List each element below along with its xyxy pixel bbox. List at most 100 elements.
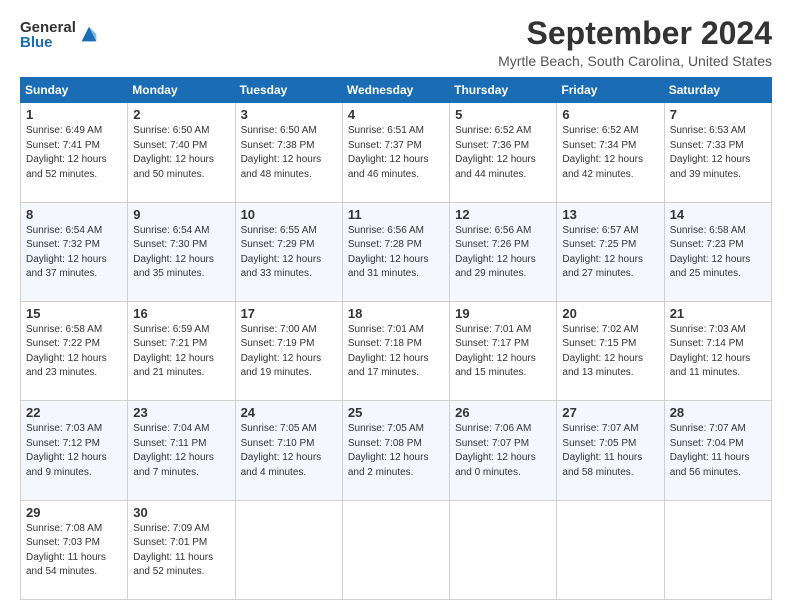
day-number: 24: [241, 405, 337, 420]
table-row: [557, 500, 664, 599]
sunrise-label: Sunrise: 6:53 AM: [670, 125, 746, 136]
sunset-label: Sunset: 7:19 PM: [241, 338, 315, 349]
day-number: 12: [455, 207, 551, 222]
daylight-label: Daylight: 12 hours and 19 minutes.: [241, 353, 322, 379]
day-number: 2: [133, 107, 229, 122]
day-info: Sunrise: 6:51 AM Sunset: 7:37 PM Dayligh…: [348, 124, 444, 182]
daylight-label: Daylight: 11 hours and 56 minutes.: [670, 452, 750, 478]
sunrise-label: Sunrise: 7:04 AM: [133, 423, 209, 434]
table-row: 29 Sunrise: 7:08 AM Sunset: 7:03 PM Dayl…: [21, 500, 128, 599]
table-row: 24 Sunrise: 7:05 AM Sunset: 7:10 PM Dayl…: [235, 401, 342, 500]
daylight-label: Daylight: 12 hours and 11 minutes.: [670, 353, 751, 379]
day-info: Sunrise: 7:08 AM Sunset: 7:03 PM Dayligh…: [26, 522, 122, 580]
sunset-label: Sunset: 7:21 PM: [133, 338, 207, 349]
sunrise-label: Sunrise: 6:56 AM: [348, 225, 424, 236]
sunset-label: Sunset: 7:11 PM: [133, 438, 206, 449]
table-row: 20 Sunrise: 7:02 AM Sunset: 7:15 PM Dayl…: [557, 301, 664, 400]
day-info: Sunrise: 6:58 AM Sunset: 7:23 PM Dayligh…: [670, 224, 766, 282]
daylight-label: Daylight: 12 hours and 4 minutes.: [241, 452, 322, 478]
logo: General Blue: [20, 20, 100, 50]
day-number: 3: [241, 107, 337, 122]
table-row: 22 Sunrise: 7:03 AM Sunset: 7:12 PM Dayl…: [21, 401, 128, 500]
day-info: Sunrise: 6:58 AM Sunset: 7:22 PM Dayligh…: [26, 323, 122, 381]
day-info: Sunrise: 6:56 AM Sunset: 7:28 PM Dayligh…: [348, 224, 444, 282]
table-row: [235, 500, 342, 599]
table-row: 19 Sunrise: 7:01 AM Sunset: 7:17 PM Dayl…: [450, 301, 557, 400]
day-number: 17: [241, 306, 337, 321]
table-row: 25 Sunrise: 7:05 AM Sunset: 7:08 PM Dayl…: [342, 401, 449, 500]
sunset-label: Sunset: 7:40 PM: [133, 140, 207, 151]
sunrise-label: Sunrise: 6:54 AM: [26, 225, 102, 236]
table-row: 7 Sunrise: 6:53 AM Sunset: 7:33 PM Dayli…: [664, 103, 771, 202]
day-number: 6: [562, 107, 658, 122]
sunset-label: Sunset: 7:25 PM: [562, 239, 636, 250]
col-wednesday: Wednesday: [342, 78, 449, 103]
day-info: Sunrise: 7:05 AM Sunset: 7:08 PM Dayligh…: [348, 422, 444, 480]
sunrise-label: Sunrise: 7:01 AM: [348, 324, 424, 335]
day-info: Sunrise: 6:49 AM Sunset: 7:41 PM Dayligh…: [26, 124, 122, 182]
table-row: 11 Sunrise: 6:56 AM Sunset: 7:28 PM Dayl…: [342, 202, 449, 301]
table-row: [664, 500, 771, 599]
sunrise-label: Sunrise: 7:07 AM: [670, 423, 746, 434]
calendar-table: Sunday Monday Tuesday Wednesday Thursday…: [20, 77, 772, 600]
sunrise-label: Sunrise: 6:51 AM: [348, 125, 424, 136]
sunrise-label: Sunrise: 6:58 AM: [670, 225, 746, 236]
table-row: 4 Sunrise: 6:51 AM Sunset: 7:37 PM Dayli…: [342, 103, 449, 202]
sunrise-label: Sunrise: 7:09 AM: [133, 523, 209, 534]
sunrise-label: Sunrise: 7:03 AM: [670, 324, 746, 335]
sunrise-label: Sunrise: 6:52 AM: [455, 125, 531, 136]
col-saturday: Saturday: [664, 78, 771, 103]
sunrise-label: Sunrise: 7:06 AM: [455, 423, 531, 434]
sunrise-label: Sunrise: 7:03 AM: [26, 423, 102, 434]
sunrise-label: Sunrise: 6:50 AM: [133, 125, 209, 136]
day-number: 11: [348, 207, 444, 222]
sunset-label: Sunset: 7:17 PM: [455, 338, 529, 349]
day-number: 5: [455, 107, 551, 122]
day-info: Sunrise: 6:54 AM Sunset: 7:30 PM Dayligh…: [133, 224, 229, 282]
sunrise-label: Sunrise: 7:05 AM: [241, 423, 317, 434]
sunset-label: Sunset: 7:03 PM: [26, 537, 100, 548]
day-number: 7: [670, 107, 766, 122]
table-row: 30 Sunrise: 7:09 AM Sunset: 7:01 PM Dayl…: [128, 500, 235, 599]
sunset-label: Sunset: 7:07 PM: [455, 438, 529, 449]
day-number: 14: [670, 207, 766, 222]
daylight-label: Daylight: 11 hours and 54 minutes.: [26, 552, 106, 578]
table-row: 2 Sunrise: 6:50 AM Sunset: 7:40 PM Dayli…: [128, 103, 235, 202]
header: General Blue September 2024 Myrtle Beach…: [20, 16, 772, 69]
table-row: 14 Sunrise: 6:58 AM Sunset: 7:23 PM Dayl…: [664, 202, 771, 301]
table-row: 3 Sunrise: 6:50 AM Sunset: 7:38 PM Dayli…: [235, 103, 342, 202]
day-info: Sunrise: 7:06 AM Sunset: 7:07 PM Dayligh…: [455, 422, 551, 480]
sunset-label: Sunset: 7:38 PM: [241, 140, 315, 151]
daylight-label: Daylight: 12 hours and 46 minutes.: [348, 154, 429, 180]
day-number: 4: [348, 107, 444, 122]
sunset-label: Sunset: 7:22 PM: [26, 338, 100, 349]
table-row: 18 Sunrise: 7:01 AM Sunset: 7:18 PM Dayl…: [342, 301, 449, 400]
calendar-week-row: 1 Sunrise: 6:49 AM Sunset: 7:41 PM Dayli…: [21, 103, 772, 202]
daylight-label: Daylight: 12 hours and 31 minutes.: [348, 254, 429, 280]
table-row: 8 Sunrise: 6:54 AM Sunset: 7:32 PM Dayli…: [21, 202, 128, 301]
day-number: 23: [133, 405, 229, 420]
sunset-label: Sunset: 7:10 PM: [241, 438, 315, 449]
sunrise-label: Sunrise: 7:01 AM: [455, 324, 531, 335]
table-row: 23 Sunrise: 7:04 AM Sunset: 7:11 PM Dayl…: [128, 401, 235, 500]
day-info: Sunrise: 7:07 AM Sunset: 7:05 PM Dayligh…: [562, 422, 658, 480]
sunrise-label: Sunrise: 6:49 AM: [26, 125, 102, 136]
day-info: Sunrise: 7:04 AM Sunset: 7:11 PM Dayligh…: [133, 422, 229, 480]
col-tuesday: Tuesday: [235, 78, 342, 103]
table-row: 27 Sunrise: 7:07 AM Sunset: 7:05 PM Dayl…: [557, 401, 664, 500]
calendar-page: General Blue September 2024 Myrtle Beach…: [0, 0, 792, 612]
table-row: [342, 500, 449, 599]
daylight-label: Daylight: 12 hours and 21 minutes.: [133, 353, 214, 379]
daylight-label: Daylight: 12 hours and 9 minutes.: [26, 452, 107, 478]
sunset-label: Sunset: 7:34 PM: [562, 140, 636, 151]
daylight-label: Daylight: 12 hours and 23 minutes.: [26, 353, 107, 379]
daylight-label: Daylight: 12 hours and 17 minutes.: [348, 353, 429, 379]
daylight-label: Daylight: 12 hours and 50 minutes.: [133, 154, 214, 180]
daylight-label: Daylight: 12 hours and 48 minutes.: [241, 154, 322, 180]
day-info: Sunrise: 7:01 AM Sunset: 7:17 PM Dayligh…: [455, 323, 551, 381]
day-info: Sunrise: 7:03 AM Sunset: 7:12 PM Dayligh…: [26, 422, 122, 480]
day-number: 10: [241, 207, 337, 222]
daylight-label: Daylight: 12 hours and 39 minutes.: [670, 154, 751, 180]
daylight-label: Daylight: 12 hours and 44 minutes.: [455, 154, 536, 180]
sunset-label: Sunset: 7:14 PM: [670, 338, 744, 349]
